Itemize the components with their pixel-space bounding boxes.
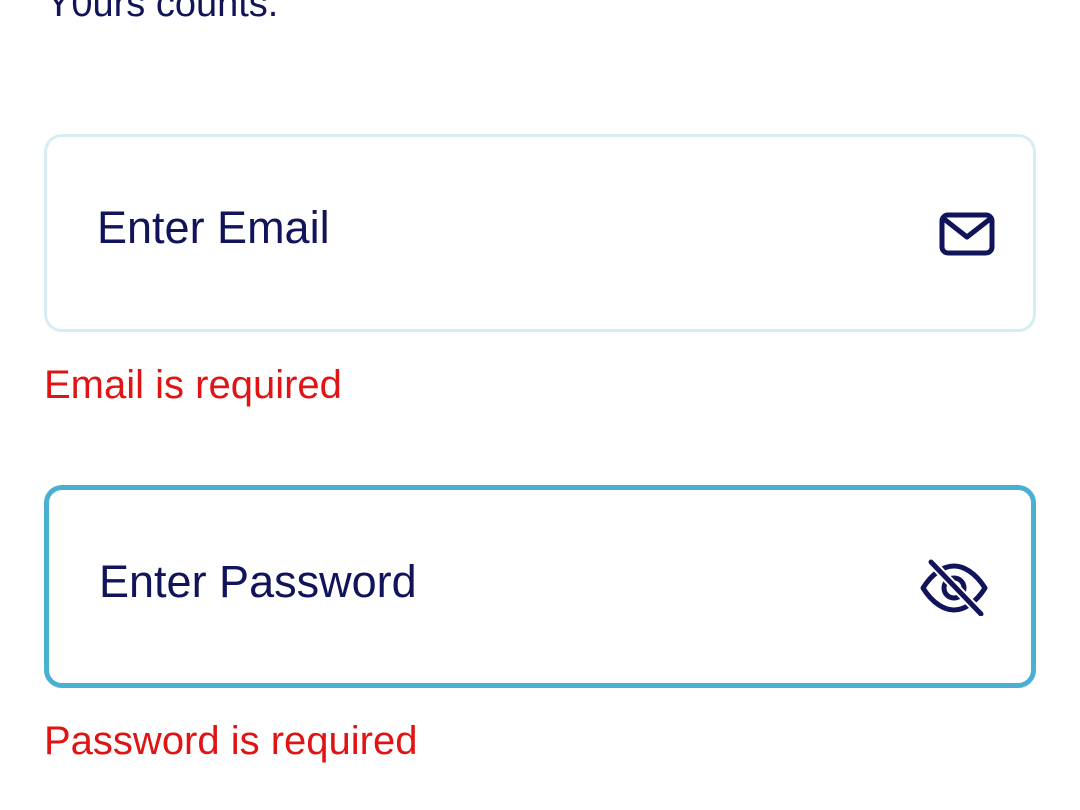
email-field-container[interactable] (44, 127, 1036, 332)
login-form-page: Y0urs counts. Email is required Password… (0, 0, 1080, 810)
intro-text: Y0urs counts. (46, 0, 279, 25)
password-field-container[interactable] (44, 480, 1036, 688)
email-input[interactable] (97, 127, 877, 329)
mail-icon (939, 212, 995, 256)
email-error-message: Email is required (44, 363, 342, 407)
password-input[interactable] (99, 480, 879, 683)
password-error-message: Password is required (44, 719, 418, 763)
eye-off-icon[interactable] (919, 558, 989, 616)
